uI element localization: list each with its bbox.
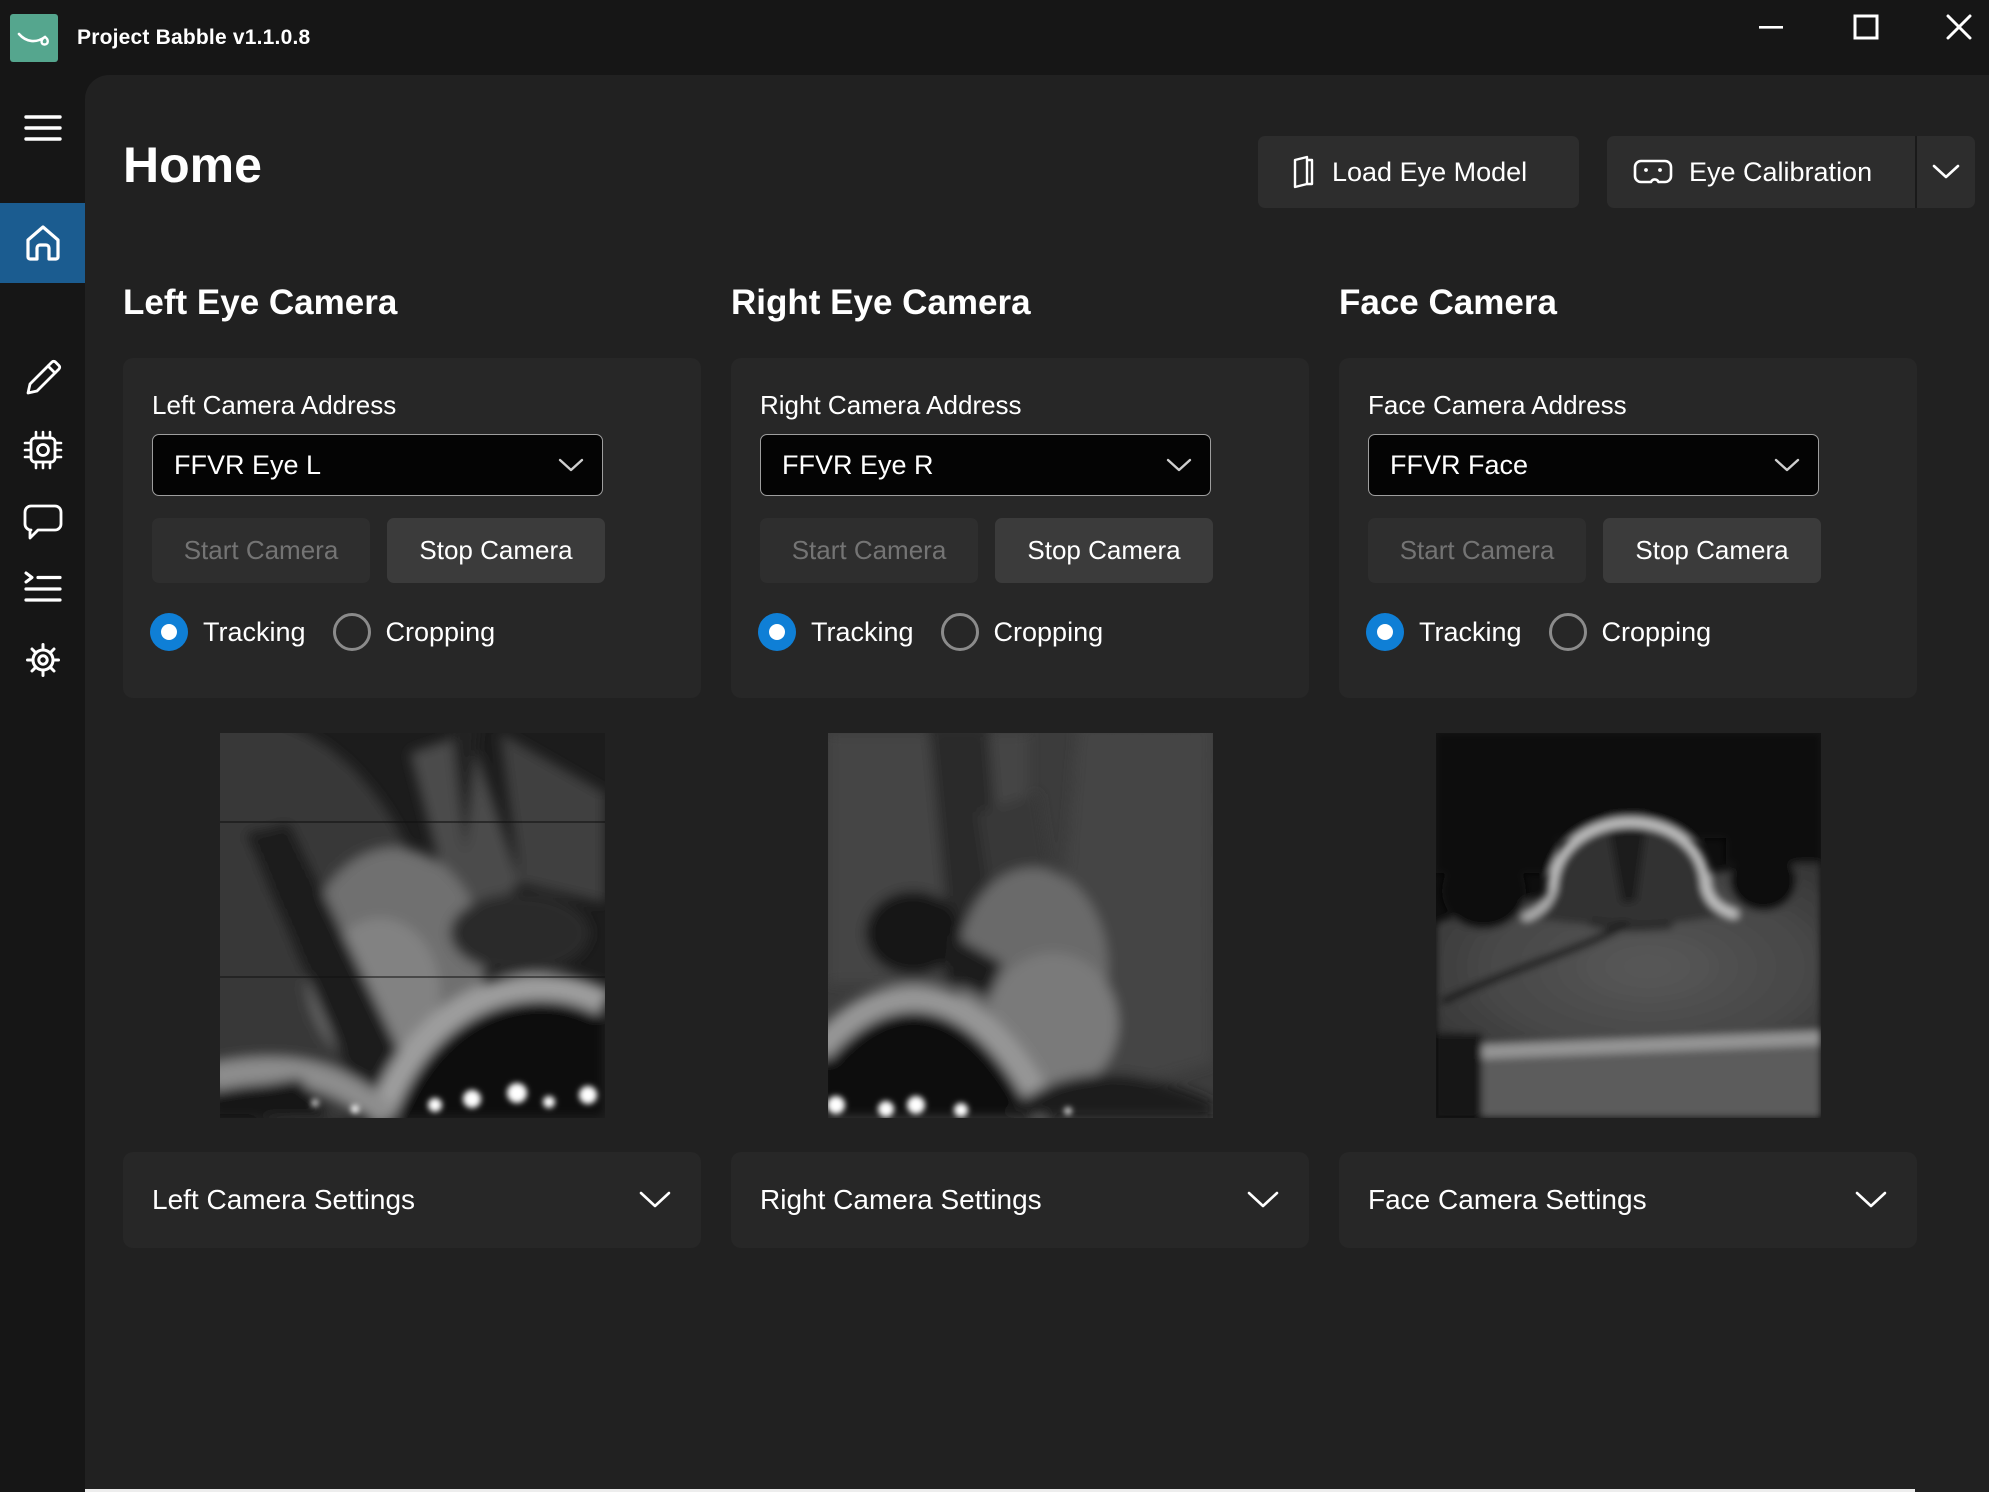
left-start-camera-button[interactable]: Start Camera xyxy=(152,518,370,583)
sidebar-item-settings[interactable] xyxy=(0,631,85,689)
left-cropping-label: Cropping xyxy=(386,617,496,648)
close-icon xyxy=(1946,14,1972,40)
model-door-icon xyxy=(1286,155,1316,189)
home-icon xyxy=(22,222,64,264)
face-tracking-label: Tracking xyxy=(1419,617,1522,648)
sidebar-item-logs[interactable] xyxy=(0,560,85,618)
app-logo-icon xyxy=(10,14,58,62)
chevron-down-icon xyxy=(1932,164,1960,180)
eye-calibration-button[interactable]: Eye Calibration xyxy=(1607,136,1915,208)
eye-calibration-label: Eye Calibration xyxy=(1689,157,1872,188)
load-eye-model-button[interactable]: Load Eye Model xyxy=(1258,136,1579,208)
left-camera-settings-expander[interactable]: Left Camera Settings xyxy=(123,1152,701,1248)
sidebar-nav xyxy=(0,75,85,1492)
babble-smile-icon xyxy=(14,18,54,58)
left-eye-camera-card: Left Camera Address FFVR Eye L Start Cam… xyxy=(123,358,701,698)
right-camera-address-value: FFVR Eye R xyxy=(782,450,1166,481)
chevron-down-icon xyxy=(1774,458,1800,473)
right-camera-settings-label: Right Camera Settings xyxy=(760,1184,1247,1216)
left-eye-preview-image xyxy=(220,733,605,1118)
right-camera-address-label: Right Camera Address xyxy=(760,390,1022,421)
right-start-camera-button[interactable]: Start Camera xyxy=(760,518,978,583)
page-title: Home xyxy=(123,136,262,194)
right-eye-camera-card: Right Camera Address FFVR Eye R Start Ca… xyxy=(731,358,1309,698)
face-camera-settings-label: Face Camera Settings xyxy=(1368,1184,1855,1216)
right-camera-button-row: Start Camera Stop Camera xyxy=(760,518,1213,583)
left-eye-camera-preview xyxy=(220,733,605,1118)
face-camera-card: Face Camera Address FFVR Face Start Came… xyxy=(1339,358,1917,698)
close-button[interactable] xyxy=(1936,4,1982,50)
gear-icon xyxy=(22,639,64,681)
right-tracking-label: Tracking xyxy=(811,617,914,648)
chat-icon xyxy=(22,502,64,542)
left-cropping-radio[interactable] xyxy=(333,613,371,651)
chevron-down-icon xyxy=(639,1191,671,1209)
face-camera-address-label: Face Camera Address xyxy=(1368,390,1627,421)
face-stop-camera-button[interactable]: Stop Camera xyxy=(1603,518,1821,583)
eye-calibration-dropdown-button[interactable] xyxy=(1917,136,1975,208)
console-icon xyxy=(23,571,63,607)
face-camera-heading: Face Camera xyxy=(1339,283,1557,323)
left-stop-camera-button[interactable]: Stop Camera xyxy=(387,518,605,583)
left-mode-radio-group: Tracking Cropping xyxy=(150,612,495,652)
face-camera-button-row: Start Camera Stop Camera xyxy=(1368,518,1821,583)
face-mode-radio-group: Tracking Cropping xyxy=(1366,612,1711,652)
right-cropping-radio[interactable] xyxy=(941,613,979,651)
face-tracking-radio[interactable] xyxy=(1366,613,1404,651)
pencil-icon xyxy=(23,358,63,398)
face-camera-address-select[interactable]: FFVR Face xyxy=(1368,434,1819,496)
right-camera-address-select[interactable]: FFVR Eye R xyxy=(760,434,1211,496)
menu-icon xyxy=(24,113,62,143)
right-stop-camera-button[interactable]: Stop Camera xyxy=(995,518,1213,583)
eye-calibration-split-button: Eye Calibration xyxy=(1607,136,1975,208)
face-preview-image xyxy=(1436,733,1821,1118)
minimize-icon xyxy=(1758,14,1784,40)
right-camera-settings-expander[interactable]: Right Camera Settings xyxy=(731,1152,1309,1248)
left-camera-address-label: Left Camera Address xyxy=(152,390,396,421)
left-eye-camera-heading: Left Eye Camera xyxy=(123,283,397,323)
left-tracking-radio[interactable] xyxy=(150,613,188,651)
right-cropping-label: Cropping xyxy=(994,617,1104,648)
left-tracking-label: Tracking xyxy=(203,617,306,648)
sidebar-menu-toggle[interactable] xyxy=(0,99,85,157)
maximize-button[interactable] xyxy=(1843,4,1889,50)
face-cropping-label: Cropping xyxy=(1602,617,1712,648)
left-camera-address-value: FFVR Eye L xyxy=(174,450,558,481)
right-eye-preview-image xyxy=(828,733,1213,1118)
face-camera-preview xyxy=(1436,733,1821,1118)
chip-icon xyxy=(22,429,64,471)
app-window: Project Babble v1.1.0.8 xyxy=(0,0,1989,1492)
chevron-down-icon xyxy=(1166,458,1192,473)
chevron-down-icon xyxy=(558,458,584,473)
sidebar-item-calibration[interactable] xyxy=(0,349,85,407)
minimize-button[interactable] xyxy=(1748,4,1794,50)
chevron-down-icon xyxy=(1855,1191,1887,1209)
sidebar-item-home[interactable] xyxy=(0,203,85,283)
title-bar: Project Babble v1.1.0.8 xyxy=(0,0,1989,75)
left-camera-button-row: Start Camera Stop Camera xyxy=(152,518,605,583)
right-eye-camera-heading: Right Eye Camera xyxy=(731,283,1031,323)
face-start-camera-button[interactable]: Start Camera xyxy=(1368,518,1586,583)
sidebar-item-algorithm[interactable] xyxy=(0,421,85,479)
face-camera-settings-expander[interactable]: Face Camera Settings xyxy=(1339,1152,1917,1248)
sidebar-item-feedback[interactable] xyxy=(0,493,85,551)
chevron-down-icon xyxy=(1247,1191,1279,1209)
left-camera-address-select[interactable]: FFVR Eye L xyxy=(152,434,603,496)
left-camera-settings-label: Left Camera Settings xyxy=(152,1184,639,1216)
load-eye-model-label: Load Eye Model xyxy=(1332,157,1527,188)
right-mode-radio-group: Tracking Cropping xyxy=(758,612,1103,652)
face-camera-address-value: FFVR Face xyxy=(1390,450,1774,481)
face-cropping-radio[interactable] xyxy=(1549,613,1587,651)
right-eye-camera-preview xyxy=(828,733,1213,1118)
vr-headset-icon xyxy=(1633,157,1673,187)
right-tracking-radio[interactable] xyxy=(758,613,796,651)
app-title: Project Babble v1.1.0.8 xyxy=(77,0,310,75)
maximize-icon xyxy=(1853,14,1879,40)
